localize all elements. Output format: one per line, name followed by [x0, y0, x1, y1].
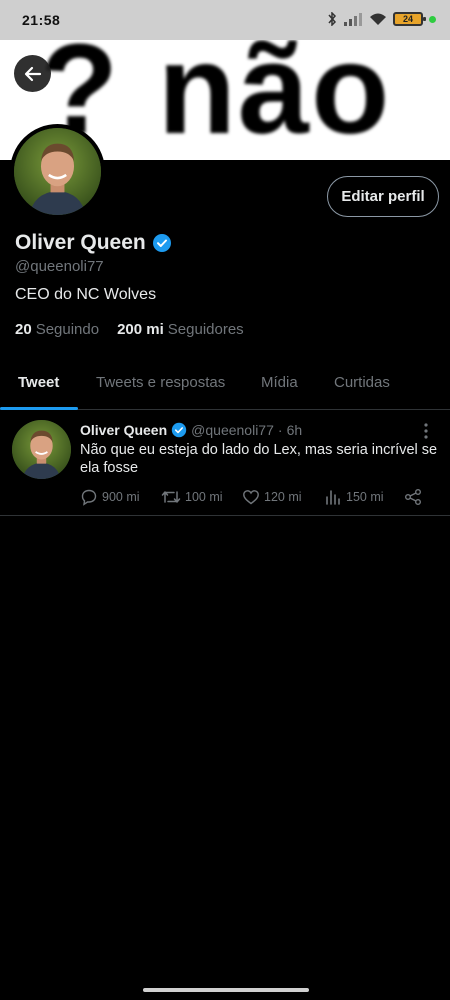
- retweet-count: 100 mi: [185, 490, 223, 504]
- status-bar: 21:58 24: [0, 0, 450, 40]
- verified-badge-icon: [152, 234, 171, 252]
- like-button[interactable]: 120 mi: [242, 488, 302, 506]
- tweet-time: 6h: [286, 422, 303, 438]
- status-icons: 24: [327, 12, 436, 26]
- status-time: 21:58: [22, 12, 61, 28]
- tweet-more-button[interactable]: [418, 422, 434, 440]
- profile-name: Oliver Queen: [15, 231, 146, 254]
- tweet-actions: 900 mi 100 mi 120 mi 150 mi: [80, 488, 430, 508]
- profile-bio: CEO do NC Wolves: [15, 286, 157, 303]
- follow-stats: 20 Seguindo 200 mi Seguidores: [15, 321, 244, 338]
- following-link[interactable]: 20 Seguindo: [15, 321, 99, 338]
- tab-tweets-and-replies[interactable]: Tweets e respostas: [96, 374, 225, 391]
- share-icon: [405, 489, 421, 505]
- tweet-author-name[interactable]: Oliver Queen: [80, 422, 167, 438]
- battery-icon: 24: [393, 12, 426, 26]
- avatar-photo: [12, 420, 71, 479]
- like-count: 120 mi: [264, 490, 302, 504]
- back-button[interactable]: [14, 55, 51, 92]
- battery-level: 24: [402, 14, 413, 24]
- views-count: 150 mi: [346, 490, 384, 504]
- reply-count: 900 mi: [102, 490, 140, 504]
- views-button[interactable]: 150 mi: [324, 488, 384, 506]
- profile-tabs: Tweet Tweets e respostas Mídia Curtidas: [0, 360, 450, 410]
- back-arrow-icon: [24, 66, 41, 81]
- wifi-icon: [370, 13, 386, 25]
- tweet-avatar[interactable]: [12, 420, 71, 479]
- followers-link[interactable]: 200 mi Seguidores: [117, 321, 244, 338]
- reply-icon: [81, 489, 97, 506]
- more-icon: [424, 423, 428, 439]
- tab-tweet[interactable]: Tweet: [18, 374, 59, 391]
- tab-media[interactable]: Mídia: [261, 374, 298, 391]
- home-indicator[interactable]: [143, 988, 309, 992]
- bluetooth-icon: [328, 12, 337, 26]
- profile-avatar[interactable]: [10, 124, 105, 219]
- views-icon: [326, 490, 340, 505]
- profile-handle: @queenoli77: [15, 258, 104, 275]
- tab-likes[interactable]: Curtidas: [334, 374, 390, 391]
- like-icon: [243, 490, 259, 505]
- following-label: Seguindo: [35, 321, 100, 338]
- profile-name-row: Oliver Queen: [15, 231, 172, 255]
- edit-profile-button[interactable]: Editar perfil: [327, 176, 439, 217]
- avatar-photo: [14, 128, 101, 215]
- signal-icon: [344, 13, 362, 26]
- share-button[interactable]: [404, 488, 422, 506]
- verified-badge-icon: [171, 422, 187, 438]
- following-count: 20: [15, 321, 32, 338]
- privacy-indicator-dot: [429, 15, 436, 23]
- tweet-text: Não que eu esteja do lado do Lex, mas se…: [80, 442, 438, 476]
- reply-button[interactable]: 900 mi: [80, 488, 140, 506]
- tweet-author-handle: @queenoli77: [191, 422, 274, 438]
- retweet-button[interactable]: 100 mi: [161, 488, 223, 506]
- followers-label: Seguidores: [167, 321, 244, 338]
- tweet-separator: ·: [277, 422, 283, 438]
- retweet-icon: [161, 491, 181, 503]
- followers-count: 200 mi: [117, 321, 164, 338]
- tweet-header: Oliver Queen @queenoli77 · 6h: [80, 422, 302, 438]
- banner-text: ? não: [40, 40, 392, 160]
- tweet-item[interactable]: Oliver Queen @queenoli77 · 6h Não que eu…: [0, 410, 450, 516]
